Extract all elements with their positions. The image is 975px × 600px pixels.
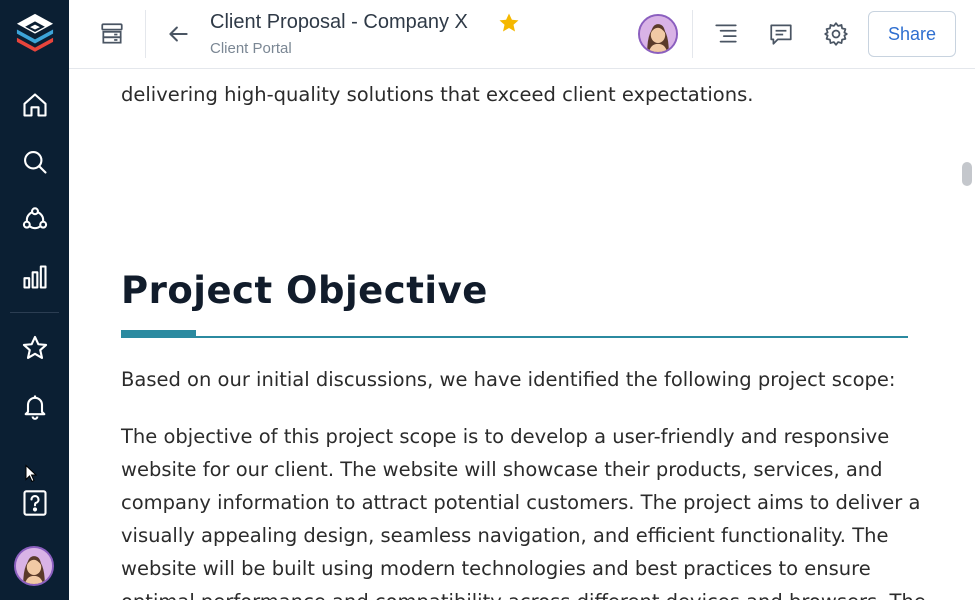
settings-button[interactable] [814,12,858,56]
objective-paragraph: The objective of this project scope is t… [121,420,926,600]
scrollbar-thumb[interactable] [962,162,972,186]
sidebar-item-reports[interactable] [0,255,69,299]
sidebar-item-notifications[interactable] [0,384,69,428]
sidebar-item-network[interactable] [0,198,69,242]
collaborator-avatar[interactable] [638,14,678,54]
sidebar-item-favorites[interactable] [0,326,69,370]
arrow-left-icon [169,26,188,42]
document-subtitle[interactable]: Client Portal [210,40,292,57]
paragraph-line: visually appealing design, seamless navi… [121,524,889,547]
help-icon [22,490,47,516]
gear-icon [824,22,848,46]
star-icon [22,335,47,359]
network-icon [22,207,47,230]
sidebar-item-search[interactable] [0,140,69,184]
app-logo[interactable] [0,10,69,54]
section-heading: Project Objective [121,269,488,312]
user-avatar[interactable] [14,546,54,586]
heading-underline [121,336,908,338]
top-header: Client Proposal - Company X Client Porta… [69,0,975,69]
outline-button[interactable] [704,12,748,56]
paragraph-line: The objective of this project scope is t… [121,425,890,448]
favorite-star-icon[interactable] [497,11,521,35]
sidebar-divider [10,312,59,313]
comments-button[interactable] [759,12,803,56]
avatar-face-icon [16,548,52,584]
avatar-face-icon [640,16,676,52]
back-button[interactable] [156,12,200,56]
header-separator [145,10,146,58]
home-icon [22,93,47,117]
outline-list-icon [715,24,737,43]
paragraph-line: website will be built using modern techn… [121,557,871,580]
logo-icon [16,13,53,52]
archive-button[interactable] [90,12,134,56]
sidebar-item-help[interactable] [0,481,69,525]
sidebar [0,0,69,600]
header-separator [692,10,693,58]
bar-chart-icon [22,265,47,289]
archive-icon [101,23,123,44]
paragraph-line: optimal performance and compatibility ac… [121,585,926,600]
paragraph-line: company information to attract potential… [121,491,921,514]
sidebar-item-home[interactable] [0,83,69,127]
heading-underline-accent [121,330,196,338]
bell-icon [24,395,45,420]
comment-icon [770,24,792,45]
document-content: delivering high-quality solutions that e… [69,69,975,600]
scope-intro-paragraph: Based on our initial discussions, we hav… [121,368,896,391]
document-title[interactable]: Client Proposal - Company X [210,11,468,34]
share-button[interactable]: Share [868,11,956,57]
search-icon [23,151,47,174]
paragraph-line: website for our client. The website will… [121,458,883,481]
intro-paragraph-tail: delivering high-quality solutions that e… [121,83,754,106]
